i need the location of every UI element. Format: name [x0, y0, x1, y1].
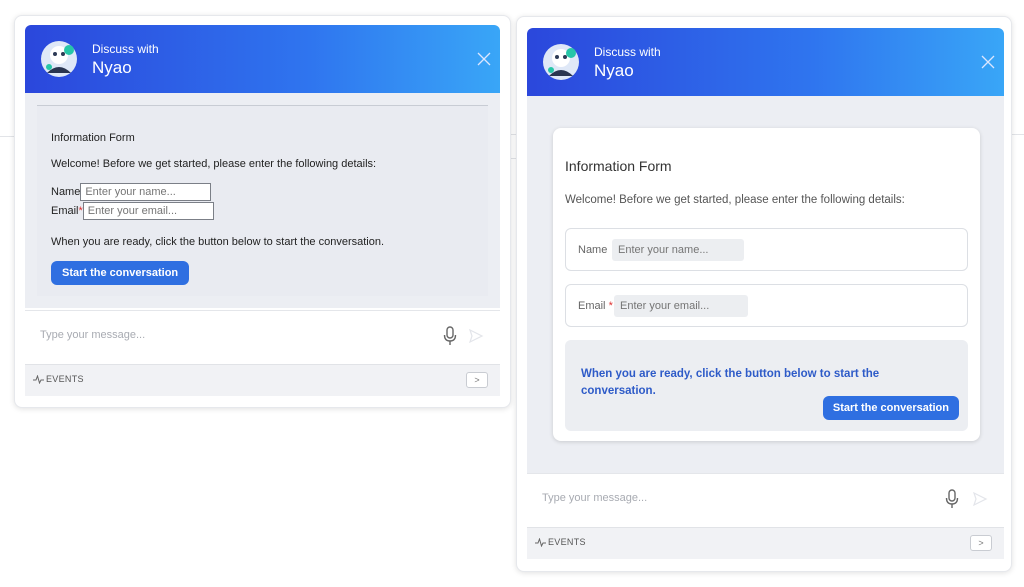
email-input[interactable] — [614, 295, 748, 317]
header-title: Nyao — [92, 58, 132, 77]
bot-avatar-icon — [41, 41, 77, 77]
header-subtitle: Discuss with — [92, 42, 159, 56]
message-composer: Type your message... — [25, 310, 500, 362]
message-input[interactable]: Type your message... — [542, 492, 647, 504]
events-label-group: EVENTS — [535, 537, 586, 547]
events-bar: EVENTS > — [25, 364, 500, 396]
email-label: Email — [578, 300, 606, 312]
chat-body: Information Form Welcome! Before we get … — [25, 93, 500, 308]
close-icon[interactable] — [978, 52, 998, 72]
events-label: EVENTS — [548, 537, 586, 547]
ready-instructions: When you are ready, click the button bel… — [581, 368, 880, 397]
form-welcome-text: Welcome! Before we get started, please e… — [565, 194, 905, 206]
chat-widget-expanded: Discuss with Nyao Information Form Welco… — [516, 16, 1012, 572]
chat-body: Information Form Welcome! Before we get … — [527, 96, 1004, 473]
start-conversation-button[interactable]: Start the conversation — [822, 396, 959, 420]
events-bar: EVENTS > — [527, 527, 1004, 559]
events-expand-button[interactable]: > — [970, 535, 992, 551]
email-label: Email — [51, 204, 79, 217]
name-label: Name — [51, 185, 81, 198]
microphone-icon[interactable] — [944, 488, 960, 510]
header-title: Nyao — [594, 61, 634, 80]
name-input[interactable] — [612, 239, 744, 261]
name-label: Name — [578, 244, 608, 256]
header-subtitle: Discuss with — [594, 45, 661, 59]
form-title: Information Form — [51, 132, 135, 144]
information-form: Information Form Welcome! Before we get … — [37, 105, 488, 296]
activity-icon — [33, 374, 44, 384]
information-form-card: Information Form Welcome! Before we get … — [553, 128, 980, 441]
message-input[interactable]: Type your message... — [40, 329, 145, 341]
chat-header: Discuss with Nyao — [527, 28, 1004, 96]
form-title: Information Form — [565, 158, 672, 174]
events-label-group: EVENTS — [33, 374, 84, 384]
email-input[interactable] — [82, 201, 214, 220]
chat-header: Discuss with Nyao — [25, 25, 500, 93]
name-input[interactable] — [80, 182, 212, 201]
ready-instructions: When you are ready, click the button bel… — [51, 236, 385, 248]
events-expand-button[interactable]: > — [466, 372, 488, 388]
start-conversation-button[interactable]: Start the conversation — [51, 261, 190, 285]
send-icon[interactable] — [972, 491, 988, 507]
ready-section: When you are ready, click the button bel… — [565, 340, 968, 431]
microphone-icon[interactable] — [442, 325, 458, 347]
required-asterisk: * — [608, 300, 613, 312]
name-row: Name — [51, 182, 474, 201]
bot-avatar-icon — [543, 44, 579, 80]
name-field: Name — [565, 228, 968, 271]
send-icon[interactable] — [468, 328, 484, 344]
background-divider — [0, 136, 14, 137]
chat-widget-compact: Discuss with Nyao Information Form Welco… — [14, 15, 511, 408]
email-field: Email * — [565, 284, 968, 327]
close-icon[interactable] — [474, 49, 494, 69]
events-label: EVENTS — [46, 374, 84, 384]
message-composer: Type your message... — [527, 473, 1004, 525]
activity-icon — [535, 537, 546, 547]
email-row: Email * — [51, 201, 474, 220]
email-label-group: Email * — [578, 300, 613, 312]
form-welcome-text: Welcome! Before we get started, please e… — [51, 158, 377, 170]
